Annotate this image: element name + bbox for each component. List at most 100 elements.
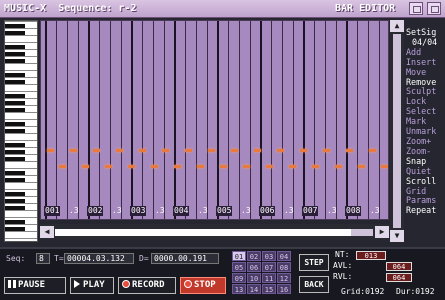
- white-key[interactable]: [5, 105, 37, 106]
- back-button[interactable]: BACK: [299, 276, 329, 293]
- white-key[interactable]: [5, 140, 37, 141]
- pause-button[interactable]: PAUSE: [4, 277, 66, 294]
- white-key[interactable]: [5, 210, 37, 211]
- track-cell[interactable]: 02: [247, 251, 261, 261]
- black-key[interactable]: [5, 101, 25, 105]
- black-key[interactable]: [5, 52, 25, 56]
- white-key[interactable]: [5, 91, 37, 92]
- note-event[interactable]: [265, 165, 273, 168]
- note-event[interactable]: [346, 149, 353, 152]
- scroll-left-icon[interactable]: ◀: [40, 226, 54, 238]
- track-cell[interactable]: 10: [247, 273, 261, 283]
- scroll-down-icon[interactable]: ▼: [390, 230, 404, 242]
- note-event[interactable]: [277, 149, 284, 152]
- white-key[interactable]: [5, 56, 37, 57]
- note-event[interactable]: [70, 149, 77, 152]
- white-key[interactable]: [5, 189, 37, 190]
- white-key[interactable]: [5, 238, 37, 239]
- black-key[interactable]: [5, 94, 25, 98]
- horizontal-scrollbar[interactable]: ◀ ▶: [40, 224, 389, 240]
- note-event[interactable]: [300, 149, 307, 152]
- step-button[interactable]: STEP: [299, 254, 329, 271]
- white-key[interactable]: [5, 77, 37, 78]
- white-key[interactable]: [5, 154, 37, 155]
- black-key[interactable]: [5, 24, 25, 28]
- note-event[interactable]: [150, 165, 158, 168]
- scroll-right-icon[interactable]: ▶: [375, 226, 389, 238]
- note-event[interactable]: [357, 165, 365, 168]
- black-key[interactable]: [5, 143, 25, 147]
- title-bar[interactable]: MUSIC-X Sequence: r-2 BAR EDITOR: [0, 0, 445, 18]
- avl-field[interactable]: 064: [386, 262, 412, 271]
- white-key[interactable]: [5, 196, 37, 197]
- track-cell[interactable]: 03: [262, 251, 276, 261]
- track-cell[interactable]: 14: [247, 284, 261, 294]
- time-field[interactable]: 00004.03.132: [64, 253, 134, 264]
- note-event[interactable]: [81, 165, 89, 168]
- black-key[interactable]: [5, 171, 25, 175]
- note-event[interactable]: [104, 165, 112, 168]
- menu-item-scroll[interactable]: Scroll: [406, 176, 445, 187]
- black-key[interactable]: [5, 220, 25, 224]
- note-event[interactable]: [219, 165, 227, 168]
- note-event[interactable]: [127, 165, 135, 168]
- black-key[interactable]: [5, 227, 25, 231]
- black-key[interactable]: [5, 31, 25, 35]
- white-key[interactable]: [5, 133, 37, 134]
- black-key[interactable]: [5, 178, 25, 182]
- black-key[interactable]: [5, 192, 25, 196]
- track-cell[interactable]: 04: [277, 251, 291, 261]
- white-key[interactable]: [5, 175, 37, 176]
- white-key[interactable]: [5, 63, 37, 64]
- menu-item-repeat[interactable]: Repeat: [406, 205, 445, 216]
- vertical-scrollbar[interactable]: ▲ ▼: [390, 20, 404, 242]
- white-key[interactable]: [5, 98, 37, 99]
- note-event[interactable]: [139, 149, 146, 152]
- note-event[interactable]: [231, 149, 238, 152]
- black-key[interactable]: [5, 206, 25, 210]
- note-grid[interactable]: [40, 20, 389, 220]
- white-key[interactable]: [5, 28, 37, 29]
- white-key[interactable]: [5, 42, 37, 43]
- note-event[interactable]: [254, 149, 261, 152]
- note-event[interactable]: [93, 149, 100, 152]
- black-key[interactable]: [5, 150, 25, 154]
- white-key[interactable]: [5, 119, 37, 120]
- track-cell[interactable]: 15: [262, 284, 276, 294]
- play-button[interactable]: PLAY: [70, 277, 114, 294]
- white-key[interactable]: [5, 161, 37, 162]
- horizontal-scroll-track[interactable]: [55, 229, 373, 236]
- note-event[interactable]: [58, 165, 66, 168]
- track-cell[interactable]: 01: [232, 251, 246, 261]
- piano-keyboard[interactable]: [4, 20, 38, 242]
- note-event[interactable]: [380, 165, 388, 168]
- white-key[interactable]: [5, 112, 37, 113]
- note-event[interactable]: [311, 165, 319, 168]
- black-key[interactable]: [5, 45, 25, 49]
- zoom-gadget-icon[interactable]: [427, 2, 441, 15]
- white-key[interactable]: [5, 70, 37, 71]
- white-key[interactable]: [5, 231, 37, 232]
- rvl-field[interactable]: 064: [386, 273, 412, 282]
- white-key[interactable]: [5, 147, 37, 148]
- white-key[interactable]: [5, 168, 37, 169]
- black-key[interactable]: [5, 122, 25, 126]
- white-key[interactable]: [5, 182, 37, 183]
- record-button[interactable]: RECORD: [118, 277, 176, 294]
- track-cell[interactable]: 08: [277, 262, 291, 272]
- note-event[interactable]: [185, 149, 192, 152]
- stop-button[interactable]: STOP: [180, 277, 226, 294]
- vertical-scroll-track[interactable]: [393, 34, 401, 228]
- duration-field[interactable]: 0000.00.191: [151, 253, 219, 264]
- track-cell[interactable]: 05: [232, 262, 246, 272]
- black-key[interactable]: [5, 157, 25, 161]
- white-key[interactable]: [5, 49, 37, 50]
- track-cell[interactable]: 11: [262, 273, 276, 283]
- note-event[interactable]: [196, 165, 204, 168]
- white-key[interactable]: [5, 21, 37, 22]
- track-cell[interactable]: 16: [277, 284, 291, 294]
- note-event[interactable]: [47, 149, 54, 152]
- note-event[interactable]: [162, 149, 169, 152]
- black-key[interactable]: [5, 59, 25, 63]
- white-key[interactable]: [5, 35, 37, 36]
